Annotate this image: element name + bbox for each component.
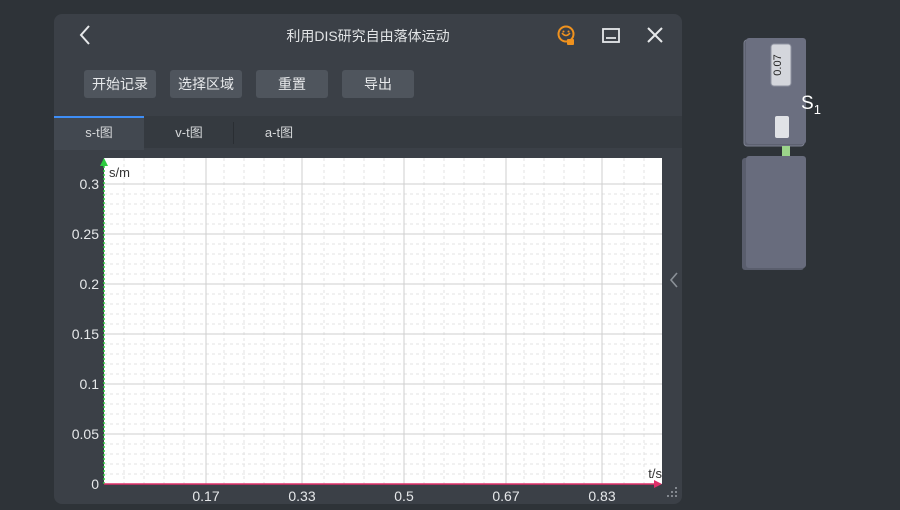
x-tick-label: 0.83	[588, 488, 615, 504]
close-icon[interactable]	[643, 23, 667, 47]
window-title: 利用DIS研究自由落体运动	[286, 28, 450, 44]
y-tick-label: 0.1	[80, 376, 100, 392]
x-tick-label: 0.67	[492, 488, 519, 504]
y-tick-label: 0.15	[72, 326, 99, 342]
skin-icon[interactable]	[554, 23, 578, 47]
sensor-display-value: 0.07	[772, 54, 784, 75]
s-t-chart: 0 0.05 0.1 0.15 0.2 0.25 0.3 0.17 0.33 0.5 0.67 0.8…	[72, 158, 677, 504]
collapse-panel-icon[interactable]	[663, 258, 685, 302]
minimize-icon[interactable]	[599, 23, 623, 47]
resize-grip-icon[interactable]	[667, 487, 677, 497]
tab-s-t[interactable]: s-t图	[54, 116, 144, 150]
y-axis-label: s/m	[109, 165, 130, 180]
toolbar: 开始记录 选择区域 重置 导出	[54, 56, 682, 116]
x-tick-label: 0.5	[394, 488, 414, 504]
sensor-label-s1: S1	[801, 93, 821, 117]
sensor-bottom-face	[746, 156, 806, 268]
title-bar: 利用DIS研究自由落体运动	[54, 14, 682, 56]
select-region-button[interactable]: 选择区域	[170, 70, 242, 98]
x-tick-label: 0.33	[288, 488, 315, 504]
plot-area	[104, 158, 662, 484]
start-record-button[interactable]: 开始记录	[84, 70, 156, 98]
y-tick-label: 0.05	[72, 426, 99, 442]
sensor-button[interactable]	[775, 116, 789, 138]
tab-v-t[interactable]: v-t图	[144, 116, 234, 148]
y-tick-label: 0.2	[80, 276, 100, 292]
y-tick-label: 0.3	[80, 176, 100, 192]
y-tick-label: 0.25	[72, 226, 99, 242]
position-sensor-device: 0.07	[742, 38, 806, 270]
tab-a-t[interactable]: a-t图	[234, 116, 324, 148]
sensor-connector	[782, 146, 790, 156]
y-tick-label: 0	[91, 476, 99, 492]
graph-tabs: s-t图 v-t图 a-t图	[54, 116, 682, 150]
x-axis-label: t/s	[648, 466, 662, 481]
dis-panel: 利用DIS研究自由落体运动 开始记录 选择区域 重置 导出 s-t图 v-t图 …	[54, 14, 682, 504]
export-button[interactable]: 导出	[342, 70, 414, 98]
x-tick-label: 0.17	[192, 488, 219, 504]
reset-button[interactable]: 重置	[256, 70, 328, 98]
